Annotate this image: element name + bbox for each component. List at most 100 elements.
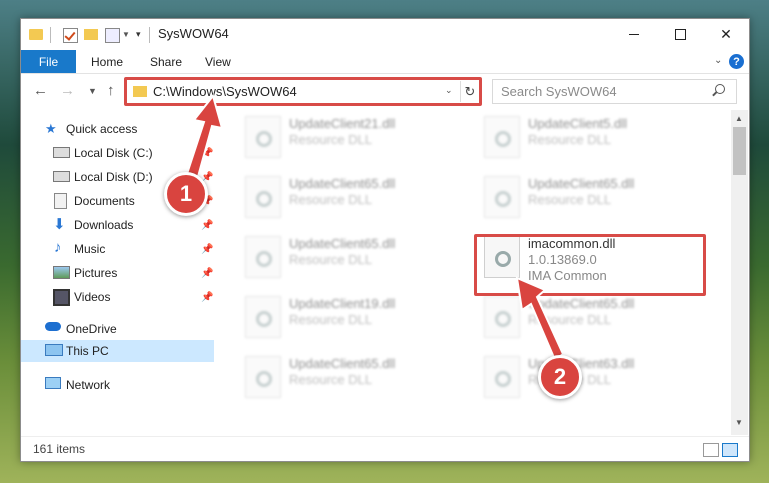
sidebar-item-network[interactable]: Network [21,374,214,396]
separator [149,27,150,43]
file-item[interactable]: UpdateClient21.dll Resource DLL [237,110,457,162]
tab-share[interactable]: Share [150,55,182,69]
sidebar-item-local-disk-c[interactable]: Local Disk (C:) 📌 [21,142,214,164]
search-icon[interactable] [715,84,725,94]
file-item[interactable]: UpdateClient19.dll Resource DLL [237,290,457,342]
dll-file-icon [484,356,520,398]
sidebar-item-label: Quick access [66,122,138,136]
file-name: UpdateClient5.dll [528,116,628,131]
sidebar-item-onedrive[interactable]: OneDrive [21,318,214,340]
file-type: Resource DLL [528,132,612,147]
tab-view[interactable]: View [205,55,231,69]
dll-file-icon [245,116,281,158]
scroll-up-icon[interactable]: ▲ [735,114,743,123]
pin-icon[interactable]: 📌 [201,220,213,231]
sidebar-item-pictures[interactable]: Pictures 📌 [21,262,214,284]
file-name: imacommon.dll [528,236,616,251]
step-badge-2: 2 [538,355,582,399]
help-icon[interactable]: ? [729,54,744,69]
search-box[interactable]: Search SysWOW64 [492,79,737,104]
scroll-down-icon[interactable]: ▼ [735,418,743,427]
navigation-pane: ★ Quick access Local Disk (C:) 📌 Local D… [21,110,214,435]
address-path[interactable]: C:\Windows\SysWOW64 [153,84,297,99]
item-count: 161 items [33,442,86,456]
sidebar-item-label: OneDrive [66,322,117,336]
file-name: UpdateClient65.dll [528,176,635,191]
quick-access-props-icon[interactable] [105,28,120,43]
dll-file-icon [245,296,281,338]
up-arrow-icon[interactable]: ↑ [107,82,115,99]
ribbon-tabs: File Home Share View ⌄ ? [21,50,749,74]
details-view-icon[interactable] [703,443,719,457]
status-bar: 161 items [21,436,749,461]
scroll-thumb[interactable] [733,127,746,175]
file-name: UpdateClient65.dll [289,356,396,371]
sidebar-item-label: Local Disk (D:) [74,170,153,184]
dll-file-icon [484,296,520,338]
file-description: IMA Common [528,268,607,283]
file-item[interactable]: UpdateClient65.dll Resource DLL [476,290,696,342]
file-item[interactable]: UpdateClient65.dll Resource DLL [237,350,457,402]
close-button[interactable]: ✕ [703,19,749,50]
large-icons-view-icon[interactable] [722,443,738,457]
file-item[interactable]: UpdateClient63.dll Resource DLL [476,350,696,402]
pictures-icon [53,266,70,279]
vertical-scrollbar[interactable]: ▲ ▼ [731,110,748,435]
back-arrow-icon[interactable]: ← [33,82,48,99]
file-type: Resource DLL [289,372,373,387]
pin-icon[interactable]: 📌 [201,244,213,255]
sidebar-item-videos[interactable]: Videos 📌 [21,286,214,308]
tab-home[interactable]: Home [91,55,123,69]
minimize-icon [629,34,639,35]
file-item-imacommon[interactable]: imacommon.dll 1.0.13869.0 IMA Common [476,230,696,283]
title-bar: ▼ ▾ SysWOW64 ✕ [21,19,749,50]
maximize-icon [674,29,686,40]
sidebar-item-label: Network [66,378,111,392]
cloud-icon [45,322,61,331]
sidebar-item-this-pc[interactable]: This PC [21,340,214,362]
file-item[interactable]: UpdateClient65.dll Resource DLL [237,170,457,222]
file-name: UpdateClient65.dll [528,296,635,311]
refresh-icon: ↻ [464,83,476,99]
properties-check-icon[interactable] [63,28,78,43]
network-icon [45,377,61,389]
file-type: Resource DLL [289,132,373,147]
file-item[interactable]: UpdateClient65.dll Resource DLL [476,170,696,222]
new-folder-icon[interactable] [84,29,98,40]
refresh-button[interactable]: ↻ [460,81,479,102]
sidebar-item-label: Local Disk (C:) [74,146,153,160]
file-name: UpdateClient21.dll [289,116,396,131]
chevron-down-icon[interactable]: ▼ [122,30,130,39]
sidebar-item-quick-access[interactable]: ★ Quick access [21,118,214,140]
sidebar-item-music[interactable]: ♪ Music 📌 [21,238,214,260]
file-type: Resource DLL [289,252,373,267]
sidebar-item-label: Pictures [74,266,118,280]
recent-locations-icon[interactable]: ▼ [88,86,97,96]
customize-toolbar-icon[interactable]: ▾ [136,29,141,40]
maximize-button[interactable] [657,19,703,50]
dll-file-icon [245,236,281,278]
file-item[interactable]: UpdateClient65.dll Resource DLL [237,230,457,282]
forward-arrow-icon[interactable]: → [60,82,75,99]
search-placeholder[interactable]: Search SysWOW64 [501,84,617,99]
chevron-down-icon[interactable]: ⌄ [445,85,453,96]
address-bar[interactable]: C:\Windows\SysWOW64 ⌄ ↻ [126,79,480,104]
sidebar-item-label: This PC [66,344,109,358]
sidebar-item-downloads[interactable]: ⬇ Downloads 📌 [21,214,214,236]
pin-icon[interactable]: 📌 [201,268,213,279]
music-icon: ♪ [54,239,62,256]
expand-ribbon-icon[interactable]: ⌄ [714,55,722,66]
tab-file[interactable]: File [21,50,76,73]
sidebar-item-label: Videos [74,290,111,304]
folder-icon [133,86,147,97]
close-icon: ✕ [720,26,732,42]
pin-icon[interactable]: 📌 [201,148,213,159]
navigation-bar: ← → ▼ ↑ C:\Windows\SysWOW64 ⌄ ↻ Search S… [21,74,749,110]
separator [50,27,51,43]
file-name: UpdateClient65.dll [289,236,396,251]
pin-icon[interactable]: 📌 [201,292,213,303]
computer-icon [45,344,63,356]
file-item[interactable]: UpdateClient5.dll Resource DLL [476,110,696,162]
minimize-button[interactable] [611,19,657,50]
explorer-window: ▼ ▾ SysWOW64 ✕ File Home Share View ⌄ ? … [20,18,750,462]
